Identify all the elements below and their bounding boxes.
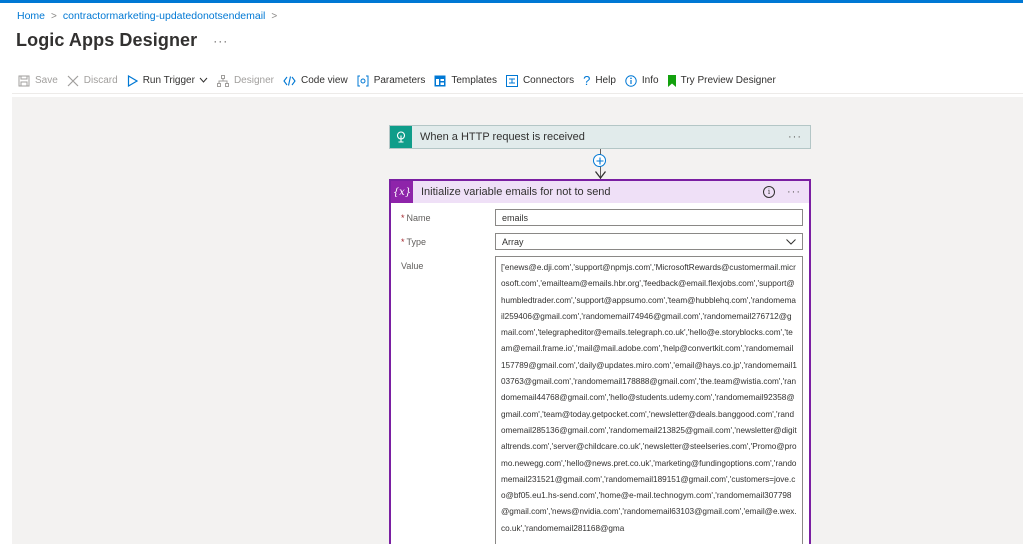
- required-marker: *: [401, 237, 405, 247]
- play-icon: [127, 74, 138, 87]
- designer-canvas[interactable]: When a HTTP request is received ··· {x} …: [12, 97, 1023, 544]
- code-view-label: Code view: [300, 75, 348, 86]
- parameters-button[interactable]: Parameters: [357, 75, 426, 87]
- type-dropdown-value: Array: [502, 236, 524, 247]
- run-trigger-button[interactable]: Run Trigger: [127, 74, 208, 87]
- connectors-button[interactable]: Connectors: [505, 74, 575, 87]
- info-label: Info: [641, 75, 659, 86]
- designer-button[interactable]: Designer: [216, 74, 274, 87]
- title-row: Logic Apps Designer ···: [16, 30, 228, 51]
- breadcrumb-app-link[interactable]: contractormarketing-updatedonotsendemail: [63, 10, 266, 22]
- discard-button[interactable]: Discard: [67, 75, 118, 87]
- breadcrumb-home-link[interactable]: Home: [17, 10, 45, 22]
- trigger-title: When a HTTP request is received: [420, 131, 585, 143]
- help-button[interactable]: ? Help: [583, 73, 616, 88]
- name-input[interactable]: emails: [495, 209, 803, 226]
- chevron-right-icon: >: [51, 10, 57, 22]
- breadcrumb: Home > contractormarketing-updatedonotse…: [17, 10, 277, 22]
- save-button[interactable]: Save: [18, 75, 58, 87]
- type-field-label: * Type: [401, 237, 426, 247]
- action-card-header[interactable]: {x} Initialize variable emails for not t…: [391, 181, 809, 203]
- code-icon: [283, 75, 296, 86]
- arrow-down-icon: [595, 171, 606, 179]
- chevron-right-icon: >: [271, 10, 278, 22]
- portal-top-bar: [0, 0, 1023, 3]
- parameters-label: Parameters: [373, 75, 426, 86]
- info-button[interactable]: Info: [625, 74, 659, 87]
- name-field-label: * Name: [401, 213, 431, 223]
- help-label: Help: [595, 75, 616, 86]
- info-icon: [625, 74, 637, 87]
- question-mark-icon: ?: [583, 73, 591, 88]
- connectors-label: Connectors: [522, 75, 575, 86]
- try-preview-designer-button[interactable]: Try Preview Designer: [667, 74, 776, 87]
- templates-button[interactable]: Templates: [434, 75, 497, 87]
- plus-icon: [596, 157, 603, 164]
- value-textarea[interactable]: ['enews@e.dji.com','support@npmjs.com','…: [495, 256, 803, 544]
- page-title: Logic Apps Designer: [16, 30, 198, 50]
- toolbar-divider: [12, 93, 1023, 94]
- close-icon: [67, 75, 79, 87]
- action-more-button[interactable]: ···: [787, 186, 801, 198]
- chevron-down-icon: [199, 75, 208, 86]
- more-options-button[interactable]: ···: [213, 34, 228, 48]
- designer-label: Designer: [233, 75, 274, 86]
- chevron-down-icon: [786, 237, 796, 247]
- variable-icon: {x}: [391, 181, 413, 203]
- http-request-trigger-card[interactable]: When a HTTP request is received ···: [389, 125, 811, 149]
- templates-icon: [434, 75, 446, 87]
- discard-label: Discard: [83, 75, 118, 86]
- connectors-icon: [505, 74, 518, 87]
- try-preview-label: Try Preview Designer: [680, 75, 776, 86]
- bookmark-icon: [667, 74, 676, 87]
- designer-icon: [216, 74, 229, 87]
- initialize-variable-action-card[interactable]: {x} Initialize variable emails for not t…: [389, 179, 811, 544]
- code-view-button[interactable]: Code view: [283, 75, 348, 86]
- value-field-label: Value: [401, 261, 424, 271]
- save-icon: [18, 75, 30, 87]
- add-step-button[interactable]: [593, 154, 606, 167]
- http-request-icon: [390, 126, 412, 148]
- type-dropdown[interactable]: Array: [495, 233, 803, 250]
- name-label-text: Name: [406, 213, 431, 223]
- required-marker: *: [401, 213, 405, 223]
- run-trigger-label: Run Trigger: [142, 75, 195, 86]
- action-title[interactable]: Initialize variable emails for not to se…: [421, 186, 611, 198]
- trigger-more-button[interactable]: ···: [788, 131, 802, 143]
- info-icon[interactable]: i: [763, 186, 775, 198]
- parameters-icon: [357, 75, 369, 87]
- designer-toolbar: Save Discard Run Trigger Designer Code v…: [18, 73, 785, 88]
- type-label-text: Type: [406, 237, 427, 247]
- save-label: Save: [35, 75, 58, 86]
- templates-label: Templates: [451, 75, 497, 86]
